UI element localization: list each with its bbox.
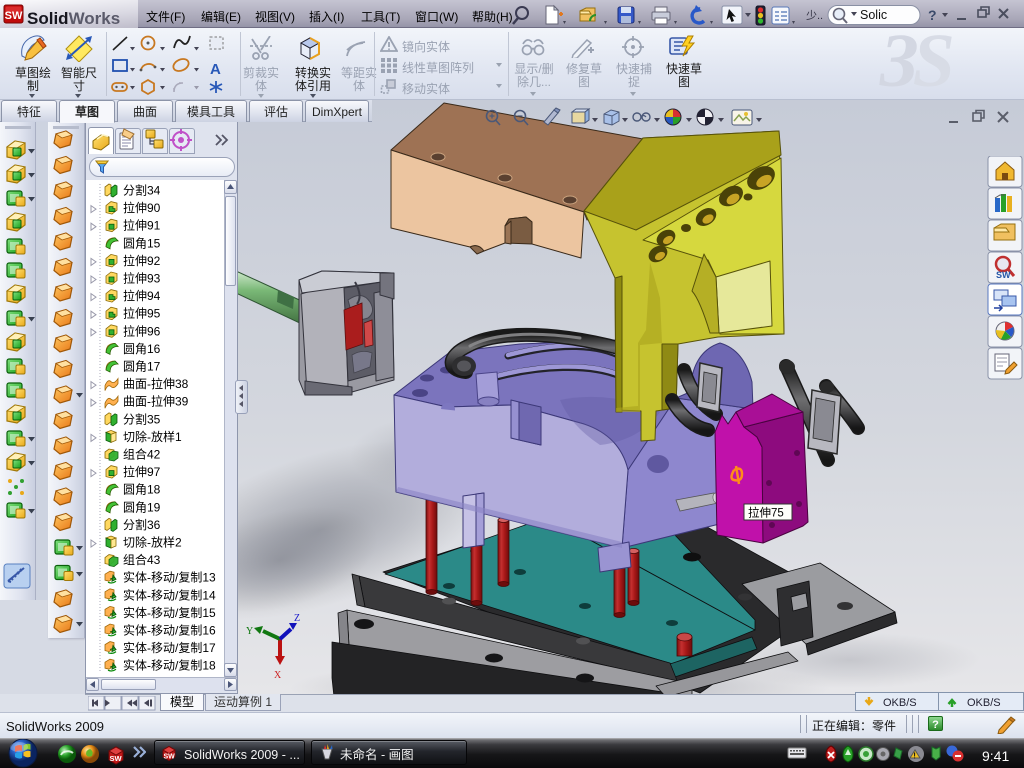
- svg-text:实体-移动/复制17: 实体-移动/复制17: [123, 639, 216, 656]
- svg-text:Z: Z: [294, 613, 300, 624]
- svg-text:圆角18: 圆角18: [123, 481, 161, 498]
- svg-text:组合43: 组合43: [123, 551, 161, 568]
- svg-text:SW: SW: [5, 10, 23, 22]
- svg-text:SW: SW: [996, 268, 1011, 281]
- svg-text:分割34: 分割34: [123, 182, 161, 199]
- svg-text:切除-放样2: 切除-放样2: [123, 534, 182, 551]
- svg-text:SW: SW: [164, 752, 176, 762]
- svg-text:X: X: [274, 670, 282, 681]
- svg-text:实体-移动/复制18: 实体-移动/复制18: [123, 657, 216, 674]
- svg-text:拉伸90: 拉伸90: [123, 199, 161, 216]
- svg-text:拉伸93: 拉伸93: [123, 270, 161, 287]
- svg-text:组合42: 组合42: [123, 446, 161, 463]
- svg-text:拉伸91: 拉伸91: [123, 217, 161, 234]
- svg-text:圆角16: 圆角16: [123, 340, 161, 357]
- svg-text:OKB/S: OKB/S: [883, 694, 917, 710]
- svg-text:!: !: [913, 751, 916, 762]
- svg-text:OKB/S: OKB/S: [967, 694, 1001, 710]
- svg-text:拉伸95: 拉伸95: [123, 305, 161, 322]
- svg-text:拉伸97: 拉伸97: [123, 463, 161, 480]
- svg-text:拉伸96: 拉伸96: [123, 322, 161, 339]
- svg-text:实体-移动/复制16: 实体-移动/复制16: [123, 622, 216, 639]
- svg-text:分割35: 分割35: [123, 410, 161, 427]
- svg-text:少..: 少..: [806, 7, 823, 23]
- svg-text:实体-移动/复制14: 实体-移动/复制14: [123, 586, 216, 603]
- svg-text:曲面-拉伸39: 曲面-拉伸39: [123, 393, 189, 410]
- svg-text:拉伸75: 拉伸75: [748, 505, 784, 521]
- svg-text:圆角17: 圆角17: [123, 358, 161, 375]
- svg-text:曲面-拉伸38: 曲面-拉伸38: [123, 375, 189, 392]
- svg-text:A: A: [210, 61, 221, 78]
- svg-text:切除-放样1: 切除-放样1: [123, 428, 182, 445]
- svg-text:实体-移动/复制13: 实体-移动/复制13: [123, 569, 216, 586]
- svg-text:Y: Y: [246, 626, 253, 637]
- svg-text:圆角15: 圆角15: [123, 234, 161, 251]
- svg-text:拉伸94: 拉伸94: [123, 287, 161, 304]
- svg-text:分割36: 分割36: [123, 516, 161, 533]
- svg-text:圆角19: 圆角19: [123, 498, 161, 515]
- svg-text:拉伸92: 拉伸92: [123, 252, 161, 269]
- svg-text:SW: SW: [110, 753, 123, 764]
- svg-text:实体-移动/复制15: 实体-移动/复制15: [123, 604, 216, 621]
